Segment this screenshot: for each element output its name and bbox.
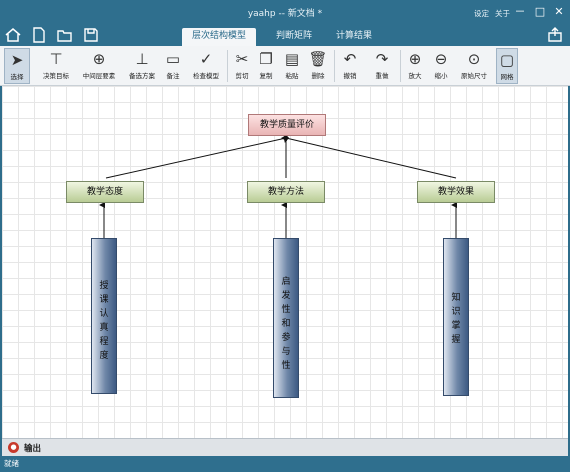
redo-icon: ↷ [375,50,389,68]
save-icon[interactable] [82,26,100,44]
tab-results[interactable]: 计算结果 [326,28,382,46]
scissors-icon: ✂ [235,50,249,68]
cut-tool[interactable]: ✂ 剪切 [232,48,252,84]
about-link[interactable]: 关于 [495,8,510,19]
alternative-tool[interactable]: ⊥ 备选方案 [124,48,160,84]
settings-link[interactable]: 设定 [474,8,489,19]
note-icon: ▭ [165,50,181,68]
home-icon[interactable] [4,26,22,44]
tab-hierarchy-model[interactable]: 层次结构模型 [182,28,257,46]
toolbar-divider [227,50,228,82]
alternative-node-icon: ⊥ [135,50,149,68]
goal-node-icon: ⊤ [49,50,63,68]
trash-icon: 🗑 [308,50,328,68]
output-label: 输出 [24,444,42,454]
criterion-node[interactable]: 教学方法 [247,181,325,203]
criterion-node[interactable]: 教学效果 [417,181,495,203]
ribbon-tab-row: 层次结构模型 判断矩阵 计算结果 [0,26,570,46]
new-document-icon[interactable] [30,26,48,44]
checkmark-icon: ✓ [199,50,213,68]
toolbar: ➤ 选择 ⊤ 决策目标 ⊕ 中间层要素 ⊥ 备选方案 ▭ 备注 ✓ 检查模型 ✂ 剪切 ❐ 复制… [0,46,570,86]
delete-tool[interactable]: 🗑 删除 [308,48,328,84]
goal-node[interactable]: 教学质量评价 [248,114,326,136]
decision-goal-tool[interactable]: ⊤ 决策目标 [38,48,74,84]
copy-icon: ❐ [259,50,273,68]
redo-tool[interactable]: ↷ 重做 [370,48,394,84]
zoom-out-tool[interactable]: ⊖ 缩小 [430,48,452,84]
middle-factor-tool[interactable]: ⊕ 中间层要素 [78,48,120,84]
copy-tool[interactable]: ❐ 复制 [256,48,276,84]
note-tool[interactable]: ▭ 备注 [162,48,184,84]
toolbar-divider [334,50,335,82]
paste-icon: ▤ [284,50,300,68]
open-icon[interactable] [56,26,74,44]
connector-line [283,136,457,179]
output-panel[interactable]: ● 输出 [2,438,568,456]
alternative-node[interactable]: 授课认真程度 [91,238,117,394]
alternative-node[interactable]: 知识掌握 [443,238,469,396]
export-icon[interactable] [546,26,564,44]
original-size-tool[interactable]: ⊙ 原始尺寸 [456,48,492,84]
paste-tool[interactable]: ▤ 粘贴 [282,48,302,84]
alternative-label: 授课认真程度 [99,281,109,361]
output-icon: ● [8,442,19,453]
zoom-in-tool[interactable]: ⊕ 放大 [404,48,426,84]
model-canvas[interactable]: 教学质量评价 教学态度 教学方法 教学效果 授课认真程度 启发性和参与性 知识掌… [2,86,568,438]
criterion-node[interactable]: 教学态度 [66,181,144,203]
pointer-icon: ➤ [10,51,24,69]
connector-line [105,133,290,179]
title-links: 设定 关于 [474,8,510,19]
zoom-out-icon: ⊖ [434,50,448,68]
alternative-label: 启发性和参与性 [281,277,291,371]
undo-tool[interactable]: ↶ 撤销 [338,48,362,84]
select-tool[interactable]: ➤ 选择 [4,48,30,84]
close-button[interactable]: ✕ [551,4,567,20]
check-model-tool[interactable]: ✓ 检查模型 [188,48,224,84]
minimize-button[interactable]: － [512,4,528,20]
alternative-label: 知识掌握 [451,293,461,345]
maximize-button[interactable]: □ [532,4,548,20]
middle-node-icon: ⊕ [92,50,106,68]
zoom-in-icon: ⊕ [408,50,422,68]
toolbar-divider [400,50,401,82]
status-bar: 就绪 [0,456,570,472]
original-size-icon: ⊙ [467,50,481,68]
alternative-node[interactable]: 启发性和参与性 [273,238,299,398]
grid-toggle[interactable]: ▢ 网格 [496,48,518,84]
title-bar: yaahp -- 新文档 * 设定 关于 － □ ✕ [0,0,570,26]
grid-icon: ▢ [499,51,515,69]
undo-icon: ↶ [343,50,357,68]
tab-judgment-matrix[interactable]: 判断矩阵 [266,28,322,46]
